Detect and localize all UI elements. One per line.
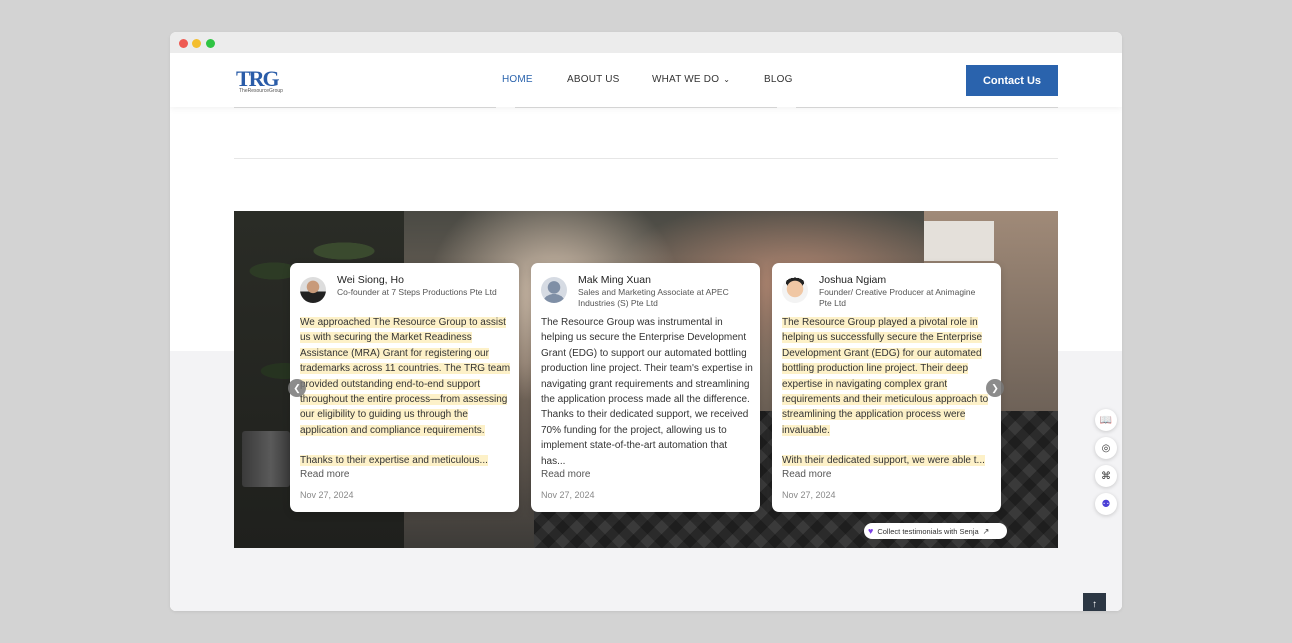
- trg-logo[interactable]: TRG TheResourceGroup: [236, 66, 288, 95]
- arrow-up-icon: ↑: [1092, 599, 1097, 610]
- heart-icon: ♥: [868, 526, 874, 536]
- chevron-down-icon: ⌄: [723, 75, 731, 84]
- avatar: [300, 277, 326, 303]
- author-role: Co-founder at 7 Steps Productions Pte Lt…: [337, 287, 497, 297]
- book-icon: 📖: [1099, 414, 1113, 426]
- author-name: Mak Ming Xuan: [578, 274, 651, 286]
- testimonial-text: We approached The Resource Group to assi…: [300, 315, 512, 438]
- side-podcast-button[interactable]: ◎: [1095, 437, 1117, 459]
- mug-background: [242, 431, 290, 487]
- logo-subtext: TheResourceGroup: [239, 88, 283, 94]
- author-name: Wei Siong, Ho: [337, 274, 404, 286]
- close-window-button[interactable]: [179, 39, 188, 48]
- author-name: Joshua Ngiam: [819, 274, 887, 286]
- card-bottom-edge: [515, 107, 777, 108]
- testimonial-continuation: With their dedicated support, we were ab…: [782, 453, 994, 468]
- section-divider: [234, 158, 1058, 159]
- chevron-right-icon: ❯: [991, 382, 999, 393]
- nav-home[interactable]: HOME: [502, 74, 533, 85]
- carousel-next-button[interactable]: ❯: [986, 379, 1004, 397]
- nav-what-we-do[interactable]: WHAT WE DO ⌄: [652, 74, 730, 85]
- podcast-icon: ◎: [1101, 442, 1111, 454]
- browser-window: TRG TheResourceGroup HOME ABOUT US WHAT …: [170, 32, 1122, 611]
- logo-mark: TRG: [236, 66, 280, 91]
- testimonial-banner: Wei Siong, Ho Co-founder at 7 Steps Prod…: [234, 211, 1058, 548]
- stone-block-background: [924, 221, 994, 261]
- site-header: TRG TheResourceGroup HOME ABOUT US WHAT …: [170, 53, 1122, 107]
- senja-label: Collect testimonials with Senja: [877, 526, 979, 536]
- read-more-link[interactable]: Read more: [782, 469, 831, 480]
- side-apps-button[interactable]: ⌘: [1095, 465, 1117, 487]
- testimonial-continuation: Thanks to their expertise and meticulous…: [300, 453, 512, 468]
- side-book-button[interactable]: 📖: [1095, 409, 1117, 431]
- senja-badge[interactable]: ♥ Collect testimonials with Senja ↗: [864, 523, 1007, 539]
- page-content: TRG TheResourceGroup HOME ABOUT US WHAT …: [170, 53, 1122, 611]
- author-role: Sales and Marketing Associate at APEC In…: [578, 287, 729, 308]
- testimonial-date: Nov 27, 2024: [541, 490, 595, 500]
- read-more-link[interactable]: Read more: [541, 469, 590, 480]
- nav-what-we-do-label: WHAT WE DO: [652, 74, 720, 85]
- testimonial-text: The Resource Group was instrumental in h…: [541, 317, 753, 467]
- continuation-highlight: With their dedicated support, we were ab…: [782, 455, 985, 466]
- back-to-top-button[interactable]: ↑: [1083, 593, 1106, 611]
- maximize-window-button[interactable]: [206, 39, 215, 48]
- testimonial-card[interactable]: Wei Siong, Ho Co-founder at 7 Steps Prod…: [290, 263, 519, 512]
- card-bottom-edge: [234, 107, 496, 108]
- testimonial-date: Nov 27, 2024: [300, 490, 354, 500]
- assistant-face-icon: ⚉: [1101, 498, 1111, 510]
- testimonial-card[interactable]: Joshua Ngiam Founder/ Creative Producer …: [772, 263, 1001, 512]
- external-arrow-icon: ↗: [982, 526, 990, 536]
- apps-icon: ⌘: [1101, 470, 1111, 482]
- testimonial-date: Nov 27, 2024: [782, 490, 836, 500]
- side-assistant-button[interactable]: ⚉: [1095, 493, 1117, 515]
- window-titlebar: [170, 32, 1122, 53]
- read-more-link[interactable]: Read more: [300, 469, 349, 480]
- chevron-left-icon: ❮: [293, 382, 301, 393]
- avatar: [782, 277, 808, 303]
- testimonial-card[interactable]: Mak Ming Xuan Sales and Marketing Associ…: [531, 263, 760, 512]
- continuation-highlight: Thanks to their expertise and meticulous…: [300, 455, 488, 466]
- nav-about-us[interactable]: ABOUT US: [567, 74, 620, 85]
- author-role: Founder/ Creative Producer at Animagine …: [819, 287, 976, 308]
- testimonial-text: The Resource Group played a pivotal role…: [782, 315, 994, 438]
- avatar: [541, 277, 567, 303]
- carousel-prev-button[interactable]: ❮: [288, 379, 306, 397]
- testimonial-text-highlight: We approached The Resource Group to assi…: [300, 317, 511, 436]
- minimize-window-button[interactable]: [192, 39, 201, 48]
- nav-blog[interactable]: BLOG: [764, 74, 793, 85]
- testimonial-text-highlight: The Resource Group played a pivotal role…: [782, 317, 989, 436]
- card-bottom-edge: [796, 107, 1058, 108]
- contact-us-button[interactable]: Contact Us: [966, 65, 1058, 96]
